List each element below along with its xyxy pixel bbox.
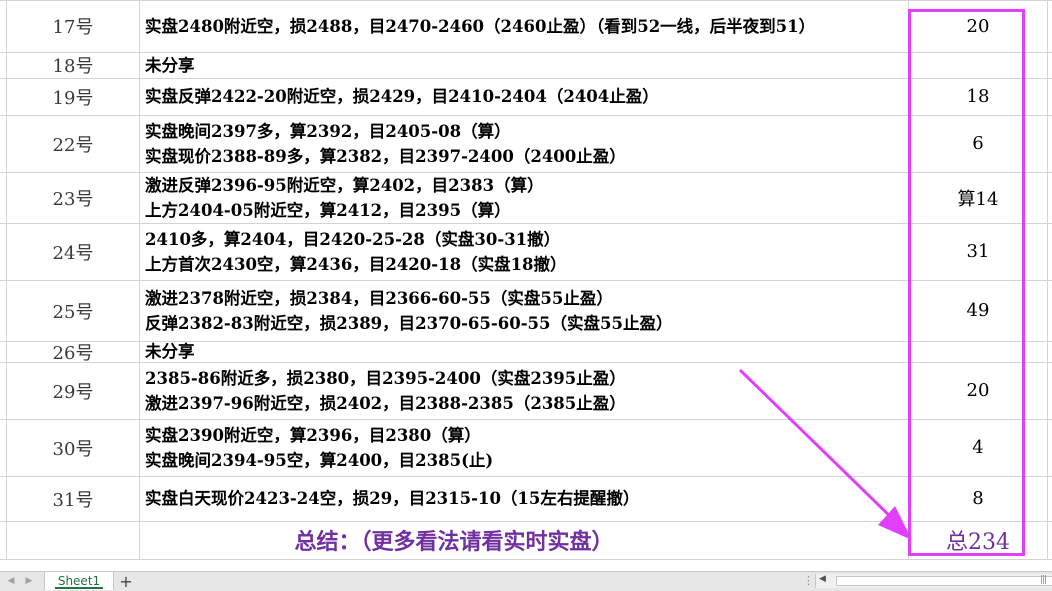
points-cell[interactable]: 20 [909, 0, 1047, 52]
strategy-cell[interactable]: 实盘2480附近空，损2488，目2470-2460（2460止盈）（看到52一… [140, 0, 908, 52]
scroll-left-icon[interactable]: ◀ [819, 574, 826, 584]
first-sheet-arrow-icon[interactable]: ◀ [4, 574, 18, 588]
scroll-grip-icon: ||| [1039, 575, 1047, 585]
points-cell[interactable]: 20 [909, 362, 1047, 419]
summary-label[interactable]: 总结：（更多看法请看实时实盘） [140, 521, 768, 559]
strategy-line: 实盘2480附近空，损2488，目2470-2460（2460止盈）（看到52一… [145, 16, 816, 36]
day-cell[interactable]: 26号 [7, 341, 139, 364]
day-cell[interactable]: 19号 [7, 78, 139, 115]
day-cell[interactable]: 25号 [7, 280, 139, 341]
day-cell[interactable]: 30号 [7, 419, 139, 476]
active-tab-underline [55, 587, 103, 589]
day-cell[interactable]: 17号 [7, 0, 139, 52]
day-cell[interactable]: 23号 [7, 172, 139, 223]
points-cell[interactable]: 31 [909, 223, 1047, 280]
strategy-line: 未分享 [145, 55, 195, 75]
points-cell[interactable] [909, 341, 1047, 362]
strategy-line: 实盘晚间2394-95空，算2400，目2385(止) [145, 450, 494, 470]
strategy-cell[interactable]: 2410多，算2404，目2420-25-28（实盘30-31撤） 上方首次243… [140, 223, 908, 280]
day-cell[interactable]: 24号 [7, 223, 139, 280]
strategy-line: 激进反弹2396-95附近空，算2402，目2383（算） [145, 175, 544, 195]
sheet-tab-label: Sheet1 [57, 574, 101, 588]
day-cell[interactable]: 31号 [7, 476, 139, 521]
strategy-line: 未分享 [145, 342, 195, 361]
strategy-cell[interactable]: 实盘白天现价2423-24空，损29，目2315-10（15左右提醒撤） [140, 476, 908, 521]
points-cell[interactable]: 8 [909, 476, 1047, 521]
strategy-cell[interactable]: 未分享 [140, 341, 908, 362]
strategy-line: 2410多，算2404，目2420-25-28（实盘30-31撤） [145, 229, 561, 249]
strategy-line: 上方首次2430空，算2436，目2420-18（实盘18撤） [145, 254, 567, 274]
grid-row-line [0, 559, 1052, 560]
horizontal-scrollbar[interactable]: ◀ ||| [815, 574, 1052, 588]
spreadsheet-grid[interactable]: 17号 实盘2480附近空，损2488，目2470-2460（2460止盈）（看到… [0, 0, 1052, 571]
strategy-cell[interactable]: 实盘2390附近空，算2396，目2380（算） 实盘晚间2394-95空，算24… [140, 419, 908, 476]
strategy-line: 反弹2382-83附近空，损2389，目2370-65-60-55（实盘55止盈… [145, 313, 673, 333]
points-cell[interactable]: 4 [909, 419, 1047, 476]
strategy-line: 实盘2390附近空，算2396，目2380（算） [145, 425, 481, 445]
sheet-tab-bar: ◀ ▶ Sheet1 + ⋮ ◀ ||| [0, 571, 1052, 591]
strategy-cell[interactable]: 实盘晚间2397多，算2392，目2405-08（算） 实盘现价2388-89多，… [140, 115, 908, 172]
sheet-tab-sheet1[interactable]: Sheet1 [44, 572, 114, 590]
strategy-cell[interactable]: 2385-86附近多，损2380，目2395-2400（实盘2395止盈） 激进2… [140, 362, 908, 419]
add-sheet-button[interactable]: + [118, 572, 134, 591]
summary-total[interactable]: 总234 [909, 521, 1047, 559]
strategy-line: 实盘现价2388-89多，算2382，目2397-2400（2400止盈） [145, 146, 626, 166]
day-cell[interactable]: 29号 [7, 362, 139, 419]
strategy-cell[interactable]: 未分享 [140, 52, 908, 78]
strategy-line: 上方2404-05附近空，算2412，目2395（算） [145, 200, 511, 220]
day-cell[interactable]: 22号 [7, 115, 139, 172]
next-sheet-arrow-icon[interactable]: ▶ [22, 574, 36, 588]
scroll-thumb[interactable]: ||| [836, 575, 1052, 586]
tab-split-handle-icon[interactable]: ⋮ [803, 574, 814, 587]
strategy-line: 激进2378附近空，损2384，目2366-60-55（实盘55止盈） [145, 288, 613, 308]
strategy-line: 实盘反弹2422-20附近空，损2429，目2410-2404（2404止盈） [145, 87, 659, 106]
strategy-line: 实盘晚间2397多，算2392，目2405-08（算） [145, 121, 511, 141]
points-cell[interactable]: 算14 [909, 172, 1047, 223]
points-cell[interactable]: 18 [909, 78, 1047, 115]
strategy-line: 2385-86附近多，损2380，目2395-2400（实盘2395止盈） [145, 368, 626, 388]
points-cell[interactable]: 6 [909, 115, 1047, 172]
day-cell[interactable]: 18号 [7, 52, 139, 78]
strategy-cell[interactable]: 实盘反弹2422-20附近空，损2429，目2410-2404（2404止盈） [140, 78, 908, 115]
strategy-cell[interactable]: 激进反弹2396-95附近空，算2402，目2383（算） 上方2404-05附近… [140, 172, 908, 223]
points-cell[interactable] [909, 52, 1047, 78]
strategy-line: 实盘白天现价2423-24空，损29，目2315-10（15左右提醒撤） [145, 489, 640, 508]
grid-column-line [1047, 0, 1048, 559]
strategy-line: 激进2397-96附近空，损2402，目2388-2385（2385止盈） [145, 393, 626, 413]
points-cell[interactable]: 49 [909, 280, 1047, 341]
strategy-cell[interactable]: 激进2378附近空，损2384，目2366-60-55（实盘55止盈） 反弹238… [140, 280, 908, 341]
